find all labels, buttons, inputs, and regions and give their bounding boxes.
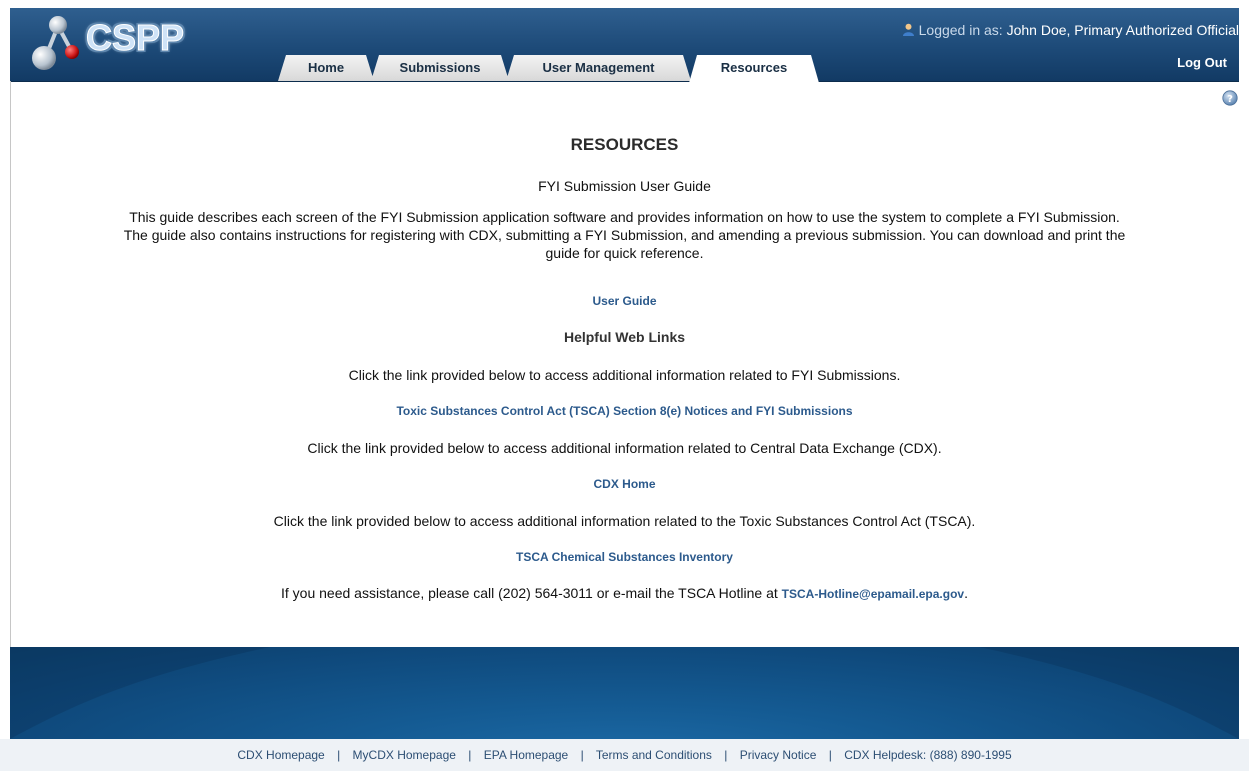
user-guide-description: This guide describes each screen of the … xyxy=(0,208,1249,262)
footer-cdx-homepage-link[interactable]: CDX Homepage xyxy=(237,748,324,762)
login-prefix: Logged in as: xyxy=(918,22,1003,38)
description-line: The guide also contains instructions for… xyxy=(123,227,1126,243)
footer-privacy-link[interactable]: Privacy Notice xyxy=(740,748,817,762)
assistance-message: If you need assistance, please call (202… xyxy=(281,585,778,601)
logout-link[interactable]: Log Out xyxy=(1177,55,1227,70)
molecule-icon xyxy=(32,16,79,70)
tab-resources[interactable]: Resources xyxy=(689,55,819,83)
footer-separator: | xyxy=(580,748,584,762)
assistance-text: If you need assistance, please call (202… xyxy=(0,585,1249,601)
fyi-info-text: Click the link provided below to access … xyxy=(348,367,901,383)
user-guide-link-row: User Guide xyxy=(0,292,1249,310)
svg-text:?: ? xyxy=(1227,94,1233,105)
app-header: CSPP Logged in as: John Doe, Primary Aut… xyxy=(10,8,1239,82)
footer-mycdx-homepage-link[interactable]: MyCDX Homepage xyxy=(353,748,456,762)
tsca-link-row: TSCA Chemical Substances Inventory xyxy=(0,548,1249,566)
login-info: Logged in as: John Doe, Primary Authoriz… xyxy=(902,22,1239,38)
helpful-web-links-heading: Helpful Web Links xyxy=(563,329,686,345)
footer-links: CDX Homepage | MyCDX Homepage | EPA Home… xyxy=(0,739,1249,771)
logo-text: CSPP xyxy=(85,17,185,58)
page-title: RESOURCES xyxy=(570,135,679,154)
login-user-name: John Doe, Primary Authorized Official xyxy=(1006,22,1239,38)
footer-separator: | xyxy=(724,748,728,762)
footer-separator: | xyxy=(468,748,472,762)
fyi-link-row: Toxic Substances Control Act (TSCA) Sect… xyxy=(0,402,1249,420)
description-line: guide for quick reference. xyxy=(545,245,704,261)
footer-banner xyxy=(10,647,1239,739)
footer-separator: | xyxy=(828,748,832,762)
user-guide-link[interactable]: User Guide xyxy=(592,294,656,308)
tab-user-management[interactable]: User Management xyxy=(506,55,691,81)
help-icon[interactable]: ? xyxy=(1222,90,1238,106)
footer-decoration xyxy=(10,647,270,739)
tab-submissions[interactable]: Submissions xyxy=(371,55,509,81)
tsca-hotline-email-link[interactable]: TSCA-Hotline@epamail.epa.gov xyxy=(782,587,964,601)
footer-decoration xyxy=(979,647,1239,739)
footer-terms-link[interactable]: Terms and Conditions xyxy=(596,748,712,762)
description-line: This guide describes each screen of the … xyxy=(129,209,1120,225)
cdx-link-row: CDX Home xyxy=(0,475,1249,493)
footer-helpdesk-link[interactable]: CDX Helpdesk: (888) 890-1995 xyxy=(844,748,1011,762)
user-guide-heading: FYI Submission User Guide xyxy=(538,178,711,194)
assistance-period: . xyxy=(964,585,968,601)
cdx-info-text: Click the link provided below to access … xyxy=(307,440,942,456)
cdx-home-link[interactable]: CDX Home xyxy=(593,477,655,491)
app-logo[interactable]: CSPP xyxy=(28,10,208,76)
user-icon xyxy=(902,23,914,36)
footer-separator: | xyxy=(337,748,341,762)
tsca-inventory-link[interactable]: TSCA Chemical Substances Inventory xyxy=(516,550,733,564)
tsca-info-text: Click the link provided below to access … xyxy=(273,513,976,529)
tab-home[interactable]: Home xyxy=(278,55,374,81)
tsca-fyi-link[interactable]: Toxic Substances Control Act (TSCA) Sect… xyxy=(396,404,852,418)
footer-epa-homepage-link[interactable]: EPA Homepage xyxy=(484,748,569,762)
